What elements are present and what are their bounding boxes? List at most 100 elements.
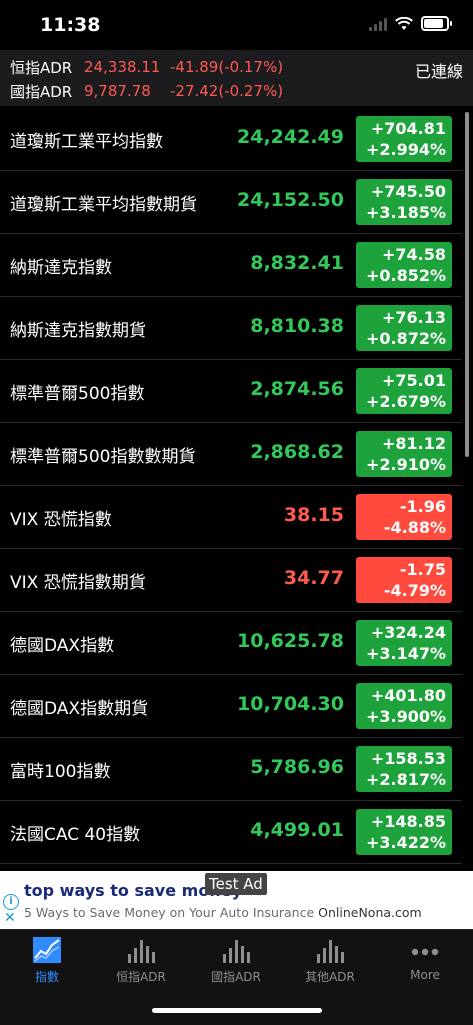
list-item[interactable]: 納斯達克指數 8,832.41 +74.58 +0.852% xyxy=(0,234,462,297)
change-value: +148.85 xyxy=(370,812,446,831)
change-badge: +75.01 +2.679% xyxy=(356,368,452,414)
change-percent: -4.88% xyxy=(383,518,446,537)
bar-chart-icon xyxy=(317,940,344,963)
adr-row-hscei: 國指ADR 9,787.78 -27.42(-0.27%) xyxy=(10,80,283,102)
list-item[interactable]: 標準普爾500指數 2,874.56 +75.01 +2.679% xyxy=(0,360,462,423)
change-percent: -4.79% xyxy=(383,581,446,600)
change-percent: +3.900% xyxy=(365,707,446,726)
change-value: +324.24 xyxy=(370,623,446,642)
tab-more[interactable]: More xyxy=(378,936,472,992)
adr-summary-header: 恒指ADR 24,338.11 -41.89(-0.17%) 國指ADR 9,7… xyxy=(0,50,473,106)
index-name: 德國DAX指數期貨 xyxy=(10,699,149,719)
list-item[interactable]: VIX 恐慌指數期貨 34.77 -1.75 -4.79% xyxy=(0,549,462,612)
list-item[interactable]: 納斯達克指數期貨 8,810.38 +76.13 +0.872% xyxy=(0,297,462,360)
index-price: 34.77 xyxy=(283,567,344,589)
list-item[interactable]: 標準普爾500指數數期貨 2,868.62 +81.12 +2.910% xyxy=(0,423,462,486)
change-badge: +324.24 +3.147% xyxy=(356,620,452,666)
home-indicator[interactable] xyxy=(152,1008,322,1013)
list-item[interactable]: VIX 恐慌指數 38.15 -1.96 -4.88% xyxy=(0,486,462,549)
change-percent: +3.147% xyxy=(365,644,446,663)
line-chart-icon xyxy=(33,937,61,963)
change-value: -1.96 xyxy=(399,497,446,516)
index-price: 24,242.49 xyxy=(237,126,344,148)
index-name: 富時100指數 xyxy=(10,762,111,782)
tab-label: 其他ADR xyxy=(305,970,355,984)
scrollbar[interactable] xyxy=(465,112,469,457)
index-price: 5,786.96 xyxy=(250,756,344,778)
index-price: 8,810.38 xyxy=(250,315,344,337)
index-price: 2,874.56 xyxy=(250,378,344,400)
change-badge: -1.75 -4.79% xyxy=(356,557,452,603)
tab-label: More xyxy=(410,968,440,982)
change-percent: +3.185% xyxy=(365,203,446,222)
change-percent: +2.679% xyxy=(365,392,446,411)
change-badge: -1.96 -4.88% xyxy=(356,494,452,540)
index-name: 納斯達克指數期貨 xyxy=(10,321,146,341)
tab-label: 恒指ADR xyxy=(116,970,166,984)
adr-change: -27.42(-0.27%) xyxy=(170,82,284,100)
tab-other-adr[interactable]: 其他ADR xyxy=(283,936,377,992)
index-name: 法國CAC 40指數 xyxy=(10,825,141,845)
list-item[interactable]: 德國DAX指數 10,625.78 +324.24 +3.147% xyxy=(0,612,462,675)
index-list[interactable]: 道瓊斯工業平均指數 24,242.49 +704.81 +2.994% 道瓊斯工… xyxy=(0,108,462,873)
change-percent: +0.872% xyxy=(365,329,446,348)
index-price: 10,704.30 xyxy=(237,693,344,715)
adr-name: 國指ADR xyxy=(10,82,73,101)
adr-price: 9,787.78 xyxy=(84,82,151,100)
adr-price: 24,338.11 xyxy=(84,58,161,76)
change-value: +158.53 xyxy=(370,749,446,768)
battery-icon xyxy=(421,16,452,31)
ad-subtitle-text: 5 Ways to Save Money on Your Auto Insura… xyxy=(24,905,315,920)
change-percent: +2.994% xyxy=(365,140,446,159)
list-item[interactable]: 德國DAX指數期貨 10,704.30 +401.80 +3.900% xyxy=(0,675,462,738)
change-percent: +3.422% xyxy=(365,833,446,852)
index-name: 道瓊斯工業平均指數期貨 xyxy=(10,195,197,215)
tab-hsi-adr[interactable]: 恒指ADR xyxy=(94,936,188,992)
index-price: 8,832.41 xyxy=(250,252,344,274)
adr-change: -41.89(-0.17%) xyxy=(170,58,284,76)
more-dots-icon xyxy=(411,948,439,956)
bar-chart-icon xyxy=(128,940,155,963)
change-value: +76.13 xyxy=(381,308,446,327)
list-item[interactable]: 富時100指數 5,786.96 +158.53 +2.817% xyxy=(0,738,462,801)
tab-indices[interactable]: 指數 xyxy=(0,936,94,992)
list-item[interactable]: 法國CAC 40指數 4,499.01 +148.85 +3.422% xyxy=(0,801,462,864)
ad-close-icon[interactable]: ✕ xyxy=(4,910,16,926)
status-bar: 11:38 xyxy=(0,0,473,50)
change-percent: +2.817% xyxy=(365,770,446,789)
status-time: 11:38 xyxy=(40,14,101,36)
index-name: 道瓊斯工業平均指數 xyxy=(10,132,163,152)
index-price: 2,868.62 xyxy=(250,441,344,463)
ad-domain: OnlineNona.com xyxy=(318,905,422,920)
ad-subtitle: 5 Ways to Save Money on Your Auto Insura… xyxy=(24,905,422,920)
change-badge: +745.50 +3.185% xyxy=(356,179,452,225)
change-badge: +704.81 +2.994% xyxy=(356,116,452,162)
ad-info-icon[interactable]: i xyxy=(3,894,19,910)
index-name: 納斯達克指數 xyxy=(10,258,112,278)
index-price: 24,152.50 xyxy=(237,189,344,211)
change-value: +75.01 xyxy=(381,371,446,390)
change-percent: +2.910% xyxy=(365,455,446,474)
index-name: 標準普爾500指數 xyxy=(10,384,145,404)
change-badge: +158.53 +2.817% xyxy=(356,746,452,792)
index-price: 10,625.78 xyxy=(237,630,344,652)
index-price: 4,499.01 xyxy=(250,819,344,841)
index-name: VIX 恐慌指數期貨 xyxy=(10,573,146,593)
change-value: +704.81 xyxy=(370,119,446,138)
test-ad-label: Test Ad xyxy=(205,873,267,895)
tab-hscei-adr[interactable]: 國指ADR xyxy=(189,936,283,992)
change-percent: +0.852% xyxy=(365,266,446,285)
status-icons xyxy=(369,16,452,31)
list-item[interactable]: 道瓊斯工業平均指數 24,242.49 +704.81 +2.994% xyxy=(0,108,462,171)
index-name: 標準普爾500指數數期貨 xyxy=(10,447,196,467)
change-value: +745.50 xyxy=(370,182,446,201)
adr-row-hsi: 恒指ADR 24,338.11 -41.89(-0.17%) xyxy=(10,56,283,78)
change-badge: +81.12 +2.910% xyxy=(356,431,452,477)
tab-label: 國指ADR xyxy=(211,970,261,984)
wifi-icon xyxy=(395,16,413,30)
cellular-signal-icon xyxy=(369,17,387,31)
tab-label: 指數 xyxy=(34,970,59,984)
index-name: 德國DAX指數 xyxy=(10,636,115,656)
list-item[interactable]: 道瓊斯工業平均指數期貨 24,152.50 +745.50 +3.185% xyxy=(0,171,462,234)
connection-status: 已連線 xyxy=(414,62,463,81)
